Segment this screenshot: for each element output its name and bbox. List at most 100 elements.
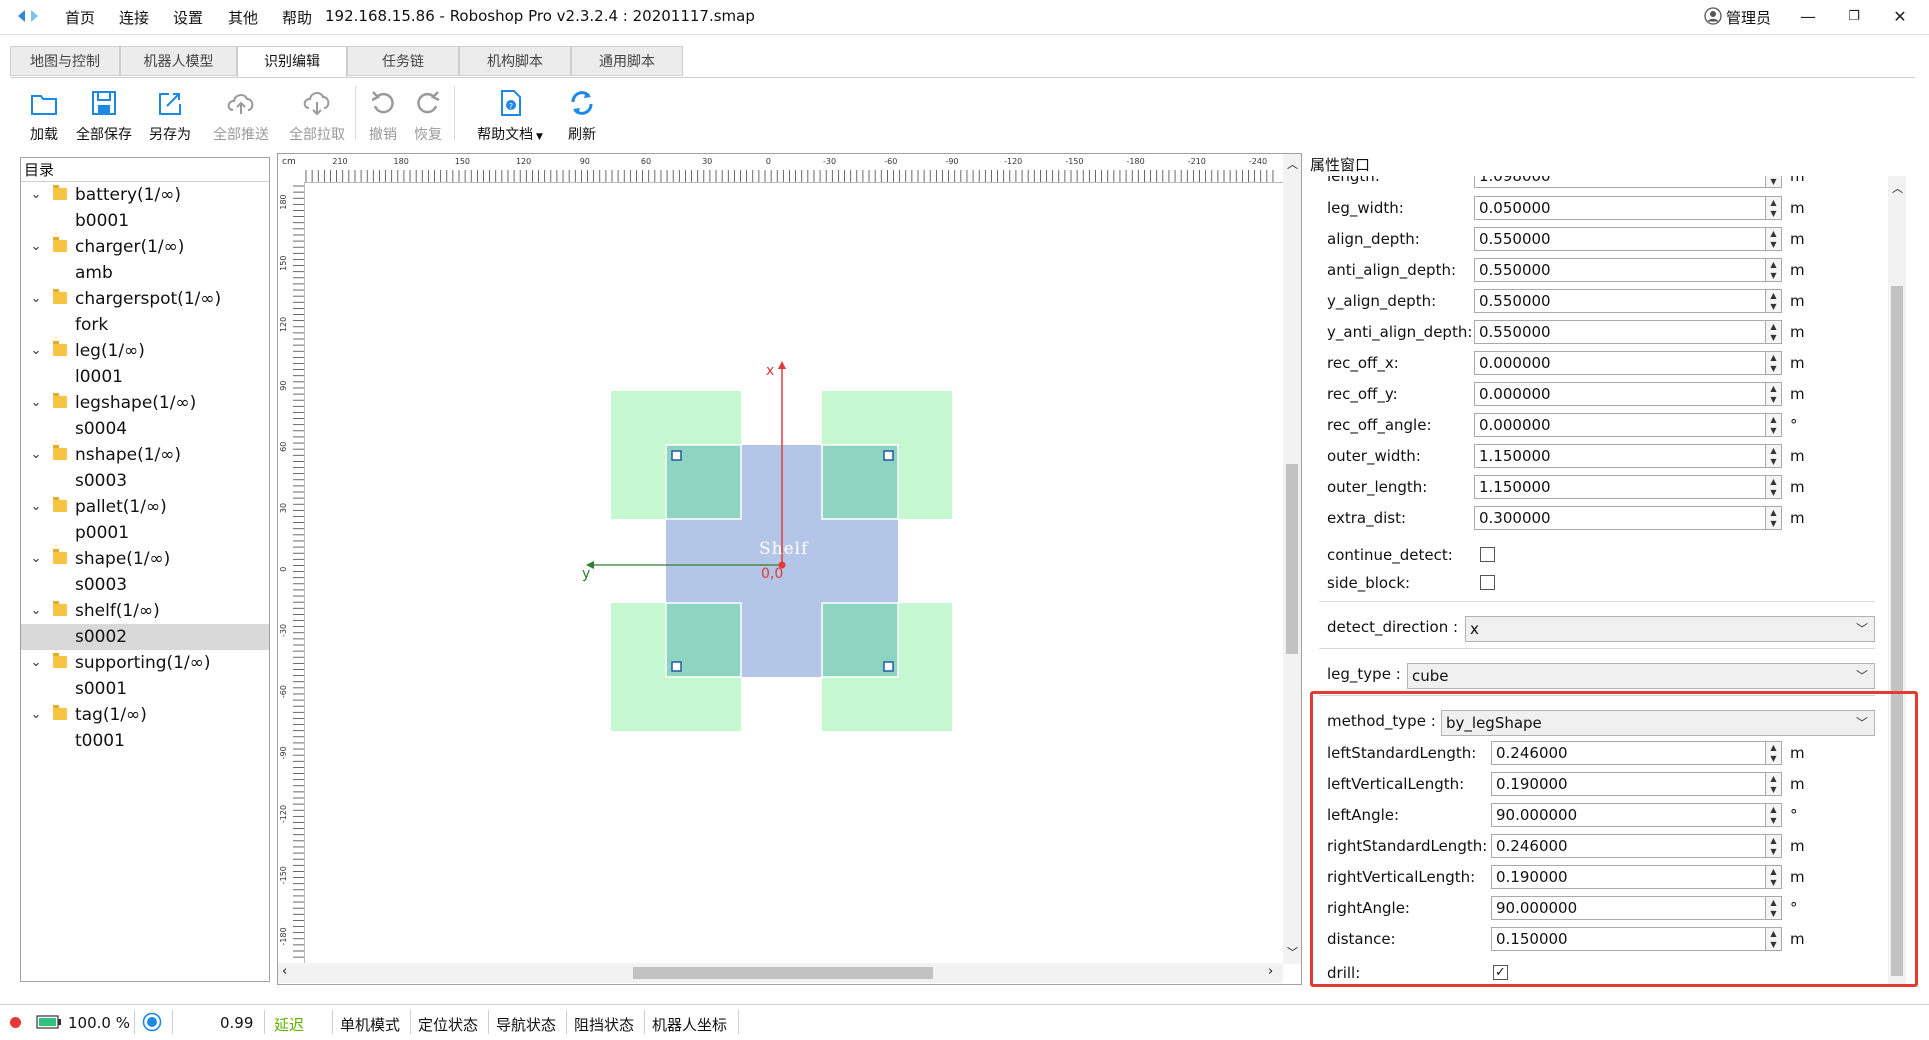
save-as-button[interactable]: 另存为: [144, 88, 196, 144]
prop-value-field[interactable]: 0.550000: [1474, 289, 1766, 313]
prop-value-field[interactable]: 0.550000: [1474, 320, 1766, 344]
tree-item[interactable]: s0002: [21, 624, 269, 650]
tree-group[interactable]: ⌄ legshape(1/∞): [21, 390, 269, 416]
spinbox-arrows[interactable]: ▲▼: [1766, 382, 1782, 406]
spinbox-arrows[interactable]: ▲▼: [1766, 227, 1782, 251]
minimize-icon[interactable]: —: [1788, 4, 1828, 30]
tree-item[interactable]: b0001: [21, 208, 269, 234]
tree-item[interactable]: t0001: [21, 728, 269, 754]
tree-group[interactable]: ⌄ chargerspot(1/∞): [21, 286, 269, 312]
prop-value-field[interactable]: 0.000000: [1474, 351, 1766, 375]
chevron-down-icon[interactable]: ⌄: [29, 338, 43, 364]
spinbox-arrows[interactable]: ▲▼: [1766, 413, 1782, 437]
chevron-down-icon[interactable]: ⌄: [29, 390, 43, 416]
chevron-down-icon[interactable]: ⌄: [29, 702, 43, 728]
tree-item[interactable]: l0001: [21, 364, 269, 390]
help-doc-button[interactable]: ? 帮助文档 ▼: [468, 88, 552, 144]
tab-map-control[interactable]: 地图与控制: [10, 46, 120, 76]
pull-all-button[interactable]: 全部拉取: [284, 88, 350, 144]
tree-item[interactable]: s0003: [21, 468, 269, 494]
chevron-down-icon[interactable]: ⌄: [29, 234, 43, 260]
spinbox-arrows[interactable]: ▲▼: [1766, 444, 1782, 468]
tab-robot-model[interactable]: 机器人模型: [120, 46, 237, 76]
prop-value-field[interactable]: 1.098000: [1474, 176, 1766, 188]
scroll-up-icon[interactable]: ︿: [1892, 180, 1903, 196]
tab-recognition-edit[interactable]: 识别编辑: [237, 46, 347, 78]
tree-item[interactable]: s0003: [21, 572, 269, 598]
tree-group[interactable]: ⌄ shelf(1/∞): [21, 598, 269, 624]
prop-value-field[interactable]: 0.000000: [1474, 413, 1766, 437]
prop-value-field[interactable]: 0.300000: [1474, 506, 1766, 530]
spinbox-arrows[interactable]: ▲▼: [1766, 320, 1782, 344]
tree-item[interactable]: fork: [21, 312, 269, 338]
prop-value-field[interactable]: 0.000000: [1474, 382, 1766, 406]
prop-value-field[interactable]: 0.550000: [1474, 258, 1766, 282]
spinbox-arrows[interactable]: ▲▼: [1766, 506, 1782, 530]
user-name[interactable]: 管理员: [1726, 7, 1771, 28]
spinbox-arrows[interactable]: ▲▼: [1766, 351, 1782, 375]
scroll-right-icon[interactable]: ›: [1268, 964, 1273, 979]
tree-group[interactable]: ⌄ nshape(1/∞): [21, 442, 269, 468]
chevron-down-icon[interactable]: ⌄: [29, 546, 43, 572]
menu-other[interactable]: 其他: [228, 7, 258, 28]
spinbox-arrows[interactable]: ▲▼: [1766, 258, 1782, 282]
resize-handle[interactable]: [883, 450, 894, 461]
detect-direction-select[interactable]: x ﹀: [1465, 616, 1875, 642]
resize-handle[interactable]: [883, 661, 894, 672]
spinbox-arrows[interactable]: ▲▼: [1766, 289, 1782, 313]
chevron-down-icon[interactable]: ⌄: [29, 650, 43, 676]
close-icon[interactable]: ✕: [1880, 4, 1920, 30]
save-all-button[interactable]: 全部保存: [72, 88, 136, 144]
spinbox-arrows[interactable]: ▲▼: [1766, 475, 1782, 499]
resize-handle[interactable]: [671, 661, 682, 672]
restore-icon[interactable]: ❐: [1834, 4, 1874, 30]
localization-status: 定位状态: [418, 1016, 479, 1034]
tree-group[interactable]: ⌄ shape(1/∞): [21, 546, 269, 572]
canvas-vscroll-thumb[interactable]: [1286, 464, 1298, 654]
prop-value-field[interactable]: 1.150000: [1474, 444, 1766, 468]
canvas-hscroll-thumb[interactable]: [633, 967, 933, 979]
continue-detect-checkbox[interactable]: [1480, 547, 1495, 562]
tree-item[interactable]: amb: [21, 260, 269, 286]
menu-connect[interactable]: 连接: [119, 7, 149, 28]
tab-mechanism-script[interactable]: 机构脚本: [459, 46, 571, 76]
scroll-up-icon[interactable]: ︿: [1287, 156, 1298, 172]
refresh-button[interactable]: 刷新: [562, 88, 602, 144]
tree-item[interactable]: s0004: [21, 416, 269, 442]
tree-group[interactable]: ⌄ tag(1/∞): [21, 702, 269, 728]
tree-item[interactable]: s0001: [21, 676, 269, 702]
push-all-button[interactable]: 全部推送: [208, 88, 274, 144]
tab-general-script[interactable]: 通用脚本: [571, 46, 683, 76]
scroll-down-icon[interactable]: ﹀: [1287, 944, 1298, 960]
redo-button[interactable]: 恢复: [410, 88, 446, 144]
resize-handle[interactable]: [671, 450, 682, 461]
side-block-checkbox[interactable]: [1480, 575, 1495, 590]
tree-group[interactable]: ⌄ pallet(1/∞): [21, 494, 269, 520]
tree-item[interactable]: p0001: [21, 520, 269, 546]
prop-value-field[interactable]: 0.550000: [1474, 227, 1766, 251]
chevron-down-icon[interactable]: ⌄: [29, 598, 43, 624]
chevron-down-icon[interactable]: ⌄: [29, 442, 43, 468]
leg-type-select[interactable]: cube ﹀: [1407, 663, 1875, 689]
ruler-tick-label: -30: [279, 624, 288, 637]
chevron-down-icon[interactable]: ⌄: [29, 286, 43, 312]
spinbox-arrows[interactable]: ▲▼: [1766, 196, 1782, 220]
tree-group[interactable]: ⌄ leg(1/∞): [21, 338, 269, 364]
canvas-horizontal-scrollbar[interactable]: ‹ ›: [278, 963, 1283, 983]
tree-group[interactable]: ⌄ supporting(1/∞): [21, 650, 269, 676]
menu-home[interactable]: 首页: [65, 7, 95, 28]
chevron-down-icon[interactable]: ⌄: [29, 182, 43, 208]
undo-button[interactable]: 撤销: [365, 88, 401, 144]
canvas-vertical-scrollbar[interactable]: ︿ ﹀: [1283, 154, 1301, 964]
prop-value-field[interactable]: 1.150000: [1474, 475, 1766, 499]
chevron-down-icon[interactable]: ⌄: [29, 494, 43, 520]
tree-group[interactable]: ⌄ charger(1/∞): [21, 234, 269, 260]
spinbox-arrows[interactable]: ▲▼: [1766, 176, 1782, 188]
menu-settings[interactable]: 设置: [173, 7, 203, 28]
menu-help[interactable]: 帮助: [282, 7, 312, 28]
scroll-left-icon[interactable]: ‹: [282, 964, 287, 979]
tree-group[interactable]: ⌄ battery(1/∞): [21, 182, 269, 208]
load-button[interactable]: 加载: [24, 88, 64, 144]
tab-task-chain[interactable]: 任务链: [347, 46, 459, 76]
prop-value-field[interactable]: 0.050000: [1474, 196, 1766, 220]
